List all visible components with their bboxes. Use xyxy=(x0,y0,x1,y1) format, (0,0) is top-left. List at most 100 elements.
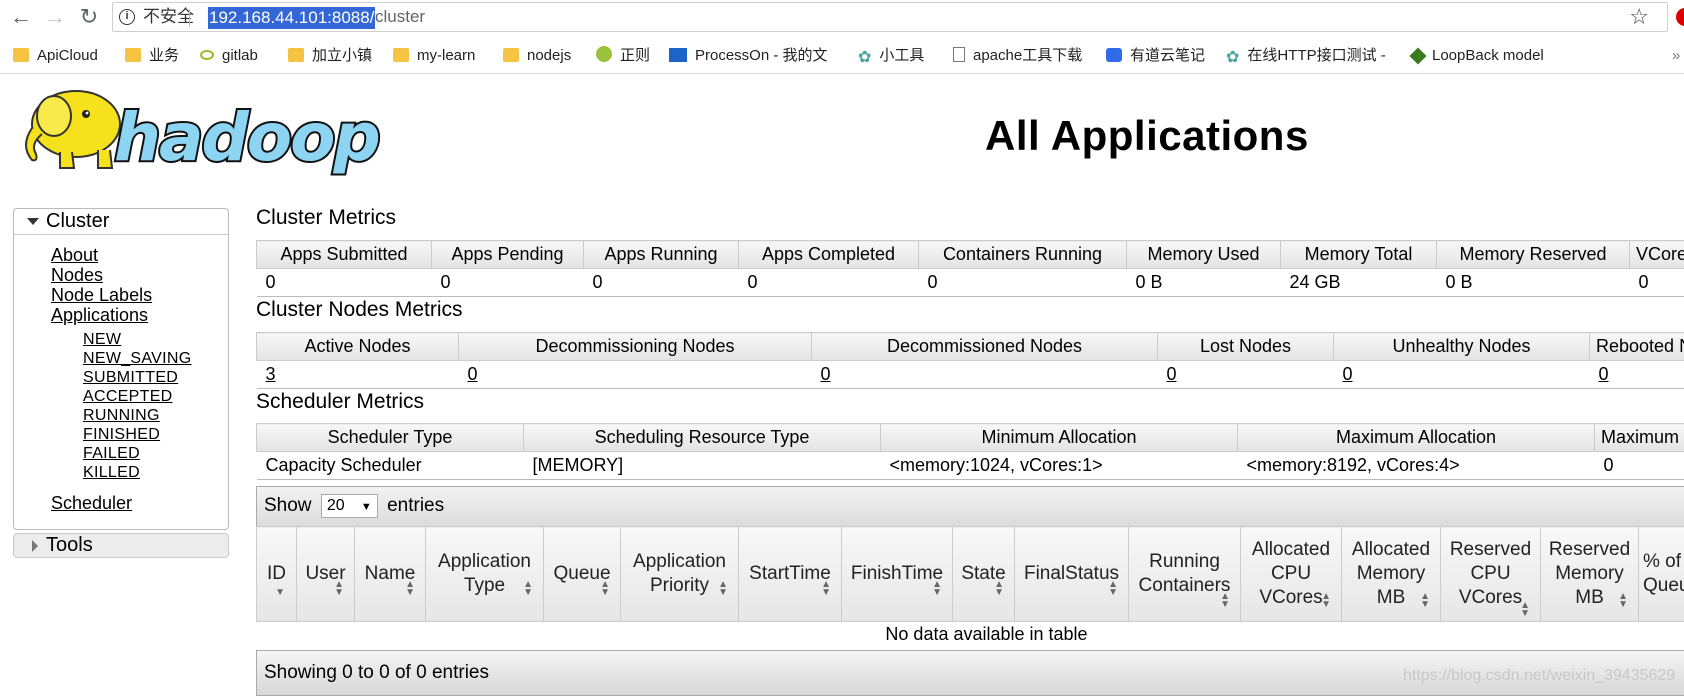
bookmark-item[interactable]: nodejs xyxy=(503,38,571,74)
folder-icon xyxy=(125,48,141,62)
reload-icon[interactable]: ↻ xyxy=(76,4,102,30)
bookmark-item[interactable]: ProcessOn - 我的文 xyxy=(669,38,828,74)
sortable-column-header[interactable]: User ▲ ▼ xyxy=(296,526,355,622)
apps-table-toolbar: Show 20 ▼ entries xyxy=(256,486,1684,526)
gear-icon: ✿ xyxy=(858,49,872,66)
sortable-column-header[interactable]: Reserved CPU VCores ▲ ▼ xyxy=(1440,526,1541,622)
processon-icon xyxy=(669,48,687,62)
table-header-row: ID ▼ User ▲ ▼ Name ▲ ▼ Application Type ▲ ▼ Que… xyxy=(256,526,1684,622)
extension-icon[interactable] xyxy=(1676,8,1684,26)
bookmark-item[interactable]: 正则 xyxy=(596,38,650,74)
table-cell: 0 B xyxy=(1436,268,1630,297)
bookmark-item[interactable]: ✿ 小工具 xyxy=(858,38,924,74)
address-separator xyxy=(189,9,190,27)
sortable-column-header[interactable]: Name ▲ ▼ xyxy=(354,526,426,622)
table-cell: [MEMORY] xyxy=(523,451,881,480)
table-cell: Capacity Scheduler xyxy=(256,451,524,480)
table-row: Capacity Scheduler [MEMORY] <memory:1024… xyxy=(256,451,1684,480)
sort-icon: ▲ ▼ xyxy=(523,579,533,598)
sortable-column-header[interactable]: Running Containers ▲ ▼ xyxy=(1128,526,1241,622)
nav-state-accepted[interactable]: ACCEPTED xyxy=(83,388,173,406)
entries-label: entries xyxy=(387,495,445,516)
sortable-column-header[interactable]: FinalStatus ▲ ▼ xyxy=(1014,526,1129,622)
caret-down-icon xyxy=(27,218,39,225)
table-header-row: Apps Submitted Apps Pending Apps Running… xyxy=(256,240,1684,269)
back-icon[interactable]: ← xyxy=(8,4,34,30)
table-cell: 0 xyxy=(583,268,739,297)
nav-state-new[interactable]: NEW xyxy=(83,331,121,349)
sidebar-tools-header[interactable]: Tools xyxy=(13,533,229,558)
column-header: Unhealthy Nodes xyxy=(1333,332,1590,361)
page-length-select[interactable]: 20 ▼ xyxy=(320,494,378,518)
youdao-note-icon xyxy=(1106,48,1122,62)
url-host[interactable]: 192.168.44.101:8088/ xyxy=(208,7,376,29)
active-nodes-link[interactable]: 3 xyxy=(256,360,459,389)
bookmarks-overflow-icon[interactable]: » xyxy=(1672,38,1680,74)
decommissioned-nodes-link[interactable]: 0 xyxy=(811,360,1158,389)
url-path[interactable]: cluster xyxy=(375,3,425,31)
bookmark-item[interactable]: ApiCloud xyxy=(13,38,98,74)
chevron-down-icon: ▼ xyxy=(360,501,372,513)
bookmark-item[interactable]: LoopBack model xyxy=(1409,38,1544,74)
bookmark-item[interactable]: my-learn xyxy=(393,38,475,74)
sort-icon: ▲ ▼ xyxy=(1420,591,1430,610)
bookmark-item[interactable]: 有道云笔记 xyxy=(1106,38,1205,74)
table-cell: 0 B xyxy=(1126,268,1281,297)
address-bar[interactable]: i 不安全 192.168.44.101:8088/ cluster ☆ xyxy=(112,2,1668,32)
caret-right-icon xyxy=(32,540,38,552)
sortable-column-header[interactable]: Reserved Memory MB ▲ ▼ xyxy=(1540,526,1639,622)
nav-link-applications[interactable]: Applications xyxy=(51,305,148,326)
sort-icon: ▲ ▼ xyxy=(718,579,728,598)
sortable-column-header[interactable]: Allocated CPU VCores ▲ ▼ xyxy=(1240,526,1342,622)
nav-link-scheduler[interactable]: Scheduler xyxy=(51,493,132,514)
nav-state-killed[interactable]: KILLED xyxy=(83,464,140,482)
lost-nodes-link[interactable]: 0 xyxy=(1157,360,1334,389)
sort-icon: ▲ ▼ xyxy=(600,579,610,598)
sort-icon: ▲ ▼ xyxy=(1618,591,1628,610)
table-row: 0 0 0 0 0 0 B 24 GB 0 B 0 xyxy=(256,268,1684,297)
bookmark-item[interactable]: 加立小镇 xyxy=(288,38,372,74)
sortable-column-header[interactable]: State ▲ ▼ xyxy=(952,526,1015,622)
forward-icon[interactable]: → xyxy=(42,4,68,30)
logo-text: hadoop xyxy=(114,99,379,176)
table-cell: 0 xyxy=(1594,451,1684,480)
hadoop-elephant-logo: hadoop xyxy=(25,90,383,178)
bookmark-star-icon[interactable]: ☆ xyxy=(1629,3,1649,31)
nav-link-node-labels[interactable]: Node Labels xyxy=(51,285,152,306)
bookmark-item[interactable]: apache工具下载 xyxy=(953,38,1082,74)
sortable-column-header[interactable]: Queue ▲ ▼ xyxy=(543,526,621,622)
gitlab-icon xyxy=(200,50,214,60)
nav-state-finished[interactable]: FINISHED xyxy=(83,426,160,444)
bookmark-item[interactable]: gitlab xyxy=(200,38,258,74)
nav-state-submitted[interactable]: SUBMITTED xyxy=(83,369,178,387)
nav-state-failed[interactable]: FAILED xyxy=(83,445,140,463)
table-cell: 0 xyxy=(431,268,584,297)
column-header: Memory Total xyxy=(1280,240,1437,269)
bookmark-item[interactable]: 业务 xyxy=(125,38,179,74)
sidebar-cluster-header[interactable]: Cluster xyxy=(14,209,228,235)
rebooted-nodes-link[interactable]: 0 xyxy=(1589,360,1684,389)
nav-state-running[interactable]: RUNNING xyxy=(83,407,160,425)
sortable-column-header[interactable]: Application Priority ▲ ▼ xyxy=(620,526,739,622)
column-header: Lost Nodes xyxy=(1157,332,1334,361)
decommissioning-nodes-link[interactable]: 0 xyxy=(458,360,812,389)
cluster-nodes-metrics-title: Cluster Nodes Metrics xyxy=(256,298,463,321)
sortable-column-header[interactable]: ID ▼ xyxy=(256,526,297,622)
sortable-column-header[interactable]: Allocated Memory MB ▲ ▼ xyxy=(1341,526,1441,622)
sortable-column-header[interactable]: % of Queue xyxy=(1638,526,1684,622)
sidebar-cluster-label: Cluster xyxy=(46,210,110,232)
column-header: Memory Used xyxy=(1126,240,1281,269)
sortable-column-header[interactable]: StartTime ▲ ▼ xyxy=(738,526,842,622)
sidebar-cluster-panel: Cluster About Nodes Node Labels Applicat… xyxy=(13,208,229,530)
sortable-column-header[interactable]: Application Type ▲ ▼ xyxy=(425,526,544,622)
sidebar-tools-label: Tools xyxy=(46,534,93,556)
sortable-column-header[interactable]: FinishTime ▲ ▼ xyxy=(841,526,953,622)
unhealthy-nodes-link[interactable]: 0 xyxy=(1333,360,1590,389)
bookmark-item[interactable]: ✿ 在线HTTP接口测试 - xyxy=(1226,38,1386,74)
nav-link-nodes[interactable]: Nodes xyxy=(51,265,103,286)
nav-state-new-saving[interactable]: NEW_SAVING xyxy=(83,350,192,368)
table-cell: 0 xyxy=(256,268,432,297)
column-header: Maximum Allocation xyxy=(1237,423,1595,452)
info-icon[interactable]: i xyxy=(119,9,135,25)
nav-link-about[interactable]: About xyxy=(51,245,98,266)
